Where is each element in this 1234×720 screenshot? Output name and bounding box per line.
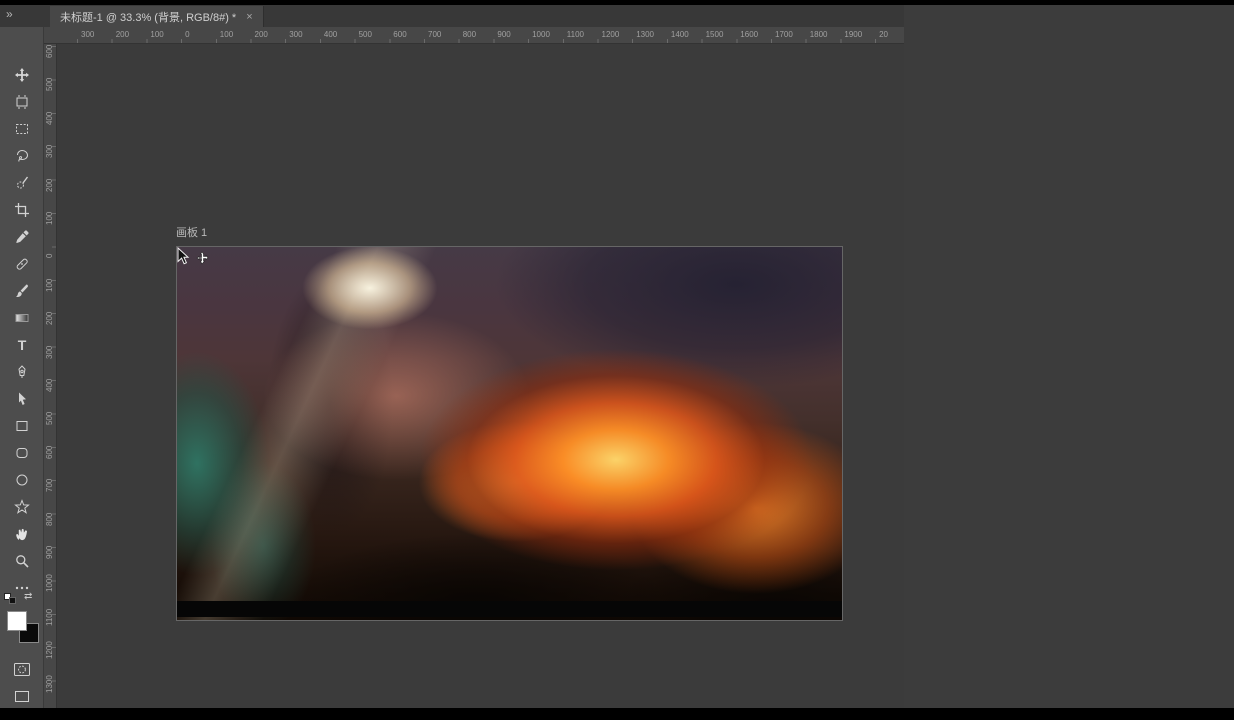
photoshop-window: » 未标题-1 @ 33.3% (背景, RGB/8#) * × T ⇄ 300… — [0, 5, 1234, 708]
close-icon[interactable]: × — [246, 11, 252, 23]
brush-overlay-blob — [469, 372, 527, 426]
quick-mask-icon[interactable] — [10, 657, 34, 681]
artboard-tool[interactable] — [10, 90, 34, 114]
gradient-tool[interactable] — [10, 306, 34, 330]
ruler-number: 800 — [462, 30, 477, 39]
ruler-number: 300 — [289, 30, 303, 39]
ruler-number: 200 — [254, 30, 268, 39]
ruler-number: 500 — [45, 412, 54, 426]
ruler-number: 0 — [45, 253, 54, 259]
ellipse-shape-tool[interactable] — [10, 468, 34, 492]
ruler-number: 900 — [45, 545, 54, 559]
rounded-rectangle-shape-tool[interactable] — [10, 441, 34, 465]
black-fill-layer-strip — [177, 601, 842, 617]
crop-tool[interactable] — [10, 198, 34, 222]
ruler-number: 1000 — [45, 574, 54, 593]
ruler-number: 1200 — [601, 30, 620, 39]
ruler-number: 600 — [45, 445, 54, 459]
ruler-number: 200 — [115, 30, 130, 39]
ruler-number: 100 — [150, 30, 164, 39]
ruler-number: 1900 — [844, 30, 863, 39]
default-colors-icon[interactable] — [4, 593, 18, 605]
ruler-number: 1200 — [45, 641, 54, 660]
ruler-number: 200 — [45, 311, 54, 326]
zoom-tool[interactable] — [10, 549, 34, 573]
tools-panel: T ⇄ — [0, 27, 44, 708]
pen-tool[interactable] — [10, 360, 34, 384]
ruler-number: 1100 — [45, 608, 54, 626]
hand-tool[interactable] — [10, 522, 34, 546]
document-tab[interactable]: 未标题-1 @ 33.3% (背景, RGB/8#) * × — [50, 6, 264, 27]
ruler-number: 300 — [45, 144, 54, 159]
switch-colors-icon[interactable]: ⇄ — [24, 591, 32, 602]
ruler-number: 600 — [45, 44, 54, 58]
foreground-color-swatch[interactable] — [7, 611, 27, 631]
toolbar-collapse-icon[interactable]: » — [6, 7, 14, 21]
artboard-label[interactable]: 画板 1 — [176, 224, 207, 240]
ruler-number: 200 — [45, 178, 54, 192]
rectangle-shape-tool[interactable] — [10, 414, 34, 438]
ruler-number: 20 — [879, 30, 888, 39]
ruler-number: 1500 — [705, 30, 724, 39]
ruler-number: 1600 — [740, 30, 759, 39]
ruler-number: 400 — [45, 111, 54, 125]
rectangular-marquee-tool[interactable] — [10, 117, 34, 141]
ruler-number: 900 — [497, 30, 511, 39]
screen-mode-icon[interactable] — [10, 684, 34, 708]
type-tool[interactable]: T — [10, 333, 34, 357]
brush-tool[interactable] — [10, 279, 34, 303]
move-tool[interactable] — [10, 63, 34, 87]
eyedropper-tool[interactable] — [10, 225, 34, 249]
lasso-tool[interactable] — [10, 144, 34, 168]
move-cursor-icon — [196, 251, 209, 265]
ruler-number: 700 — [428, 30, 442, 39]
ruler-number: 1000 — [532, 30, 550, 39]
ruler-number: 500 — [45, 78, 54, 92]
path-selection-tool[interactable] — [10, 387, 34, 411]
ruler-number: 100 — [219, 30, 234, 39]
ruler-number: 1300 — [45, 674, 54, 693]
ruler-number: 300 — [81, 30, 95, 39]
ruler-number: 400 — [45, 378, 54, 392]
ruler-number: 600 — [393, 30, 407, 39]
ruler-number: 0 — [185, 30, 190, 39]
ruler-number: 1800 — [809, 30, 828, 39]
ruler-number: 1300 — [636, 30, 654, 39]
ruler-number: 1400 — [670, 30, 689, 39]
document-tab-title: 未标题-1 @ 33.3% (背景, RGB/8#) * — [60, 11, 237, 24]
ruler-horizontal: 300 200 100 0 100 200 300 400 500 600 700 800 900 100… — [44, 27, 904, 44]
ruler-vertical: 600 500 400 300 200 100 0 100 200 300 400 500 600 700… — [44, 44, 57, 708]
mouse-pointer-icon — [177, 246, 190, 265]
ruler-number: 300 — [45, 345, 54, 359]
artboard-image[interactable] — [176, 246, 843, 621]
document-tab-strip: » 未标题-1 @ 33.3% (背景, RGB/8#) * × — [0, 5, 904, 27]
ruler-number: 800 — [45, 512, 54, 526]
ruler-number: 100 — [45, 278, 54, 292]
canvas-area[interactable]: 600 500 400 300 200 100 0 100 200 300 400 500 600 700… — [44, 44, 904, 708]
ruler-number: 100 — [45, 211, 54, 225]
ruler-number: 1700 — [775, 30, 793, 39]
quick-selection-tool[interactable] — [10, 171, 34, 195]
ruler-number: 400 — [323, 30, 338, 39]
ruler-number: 500 — [358, 30, 372, 39]
custom-shape-tool[interactable] — [10, 495, 34, 519]
spot-healing-brush-tool[interactable] — [10, 252, 34, 276]
ruler-number: 700 — [45, 478, 54, 493]
ruler-number: 1100 — [566, 30, 584, 39]
